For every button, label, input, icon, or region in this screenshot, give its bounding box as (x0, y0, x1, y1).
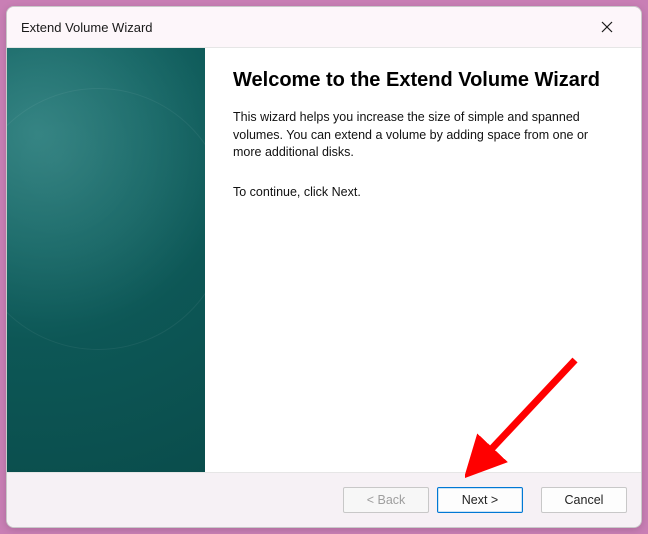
wizard-footer: < Back Next > Cancel (7, 473, 641, 527)
content-area: Welcome to the Extend Volume Wizard This… (7, 47, 641, 473)
cancel-button[interactable]: Cancel (541, 487, 627, 513)
window-title: Extend Volume Wizard (21, 20, 587, 35)
wizard-window: Extend Volume Wizard Welcome to the Exte… (6, 6, 642, 528)
close-icon (601, 21, 613, 33)
wizard-main-panel: Welcome to the Extend Volume Wizard This… (205, 48, 641, 472)
wizard-heading: Welcome to the Extend Volume Wizard (233, 68, 613, 93)
wizard-description: This wizard helps you increase the size … (233, 109, 593, 162)
next-button[interactable]: Next > (437, 487, 523, 513)
titlebar: Extend Volume Wizard (7, 7, 641, 47)
close-button[interactable] (587, 12, 627, 42)
wizard-side-graphic (7, 48, 205, 472)
back-button: < Back (343, 487, 429, 513)
wizard-continue-hint: To continue, click Next. (233, 184, 593, 202)
